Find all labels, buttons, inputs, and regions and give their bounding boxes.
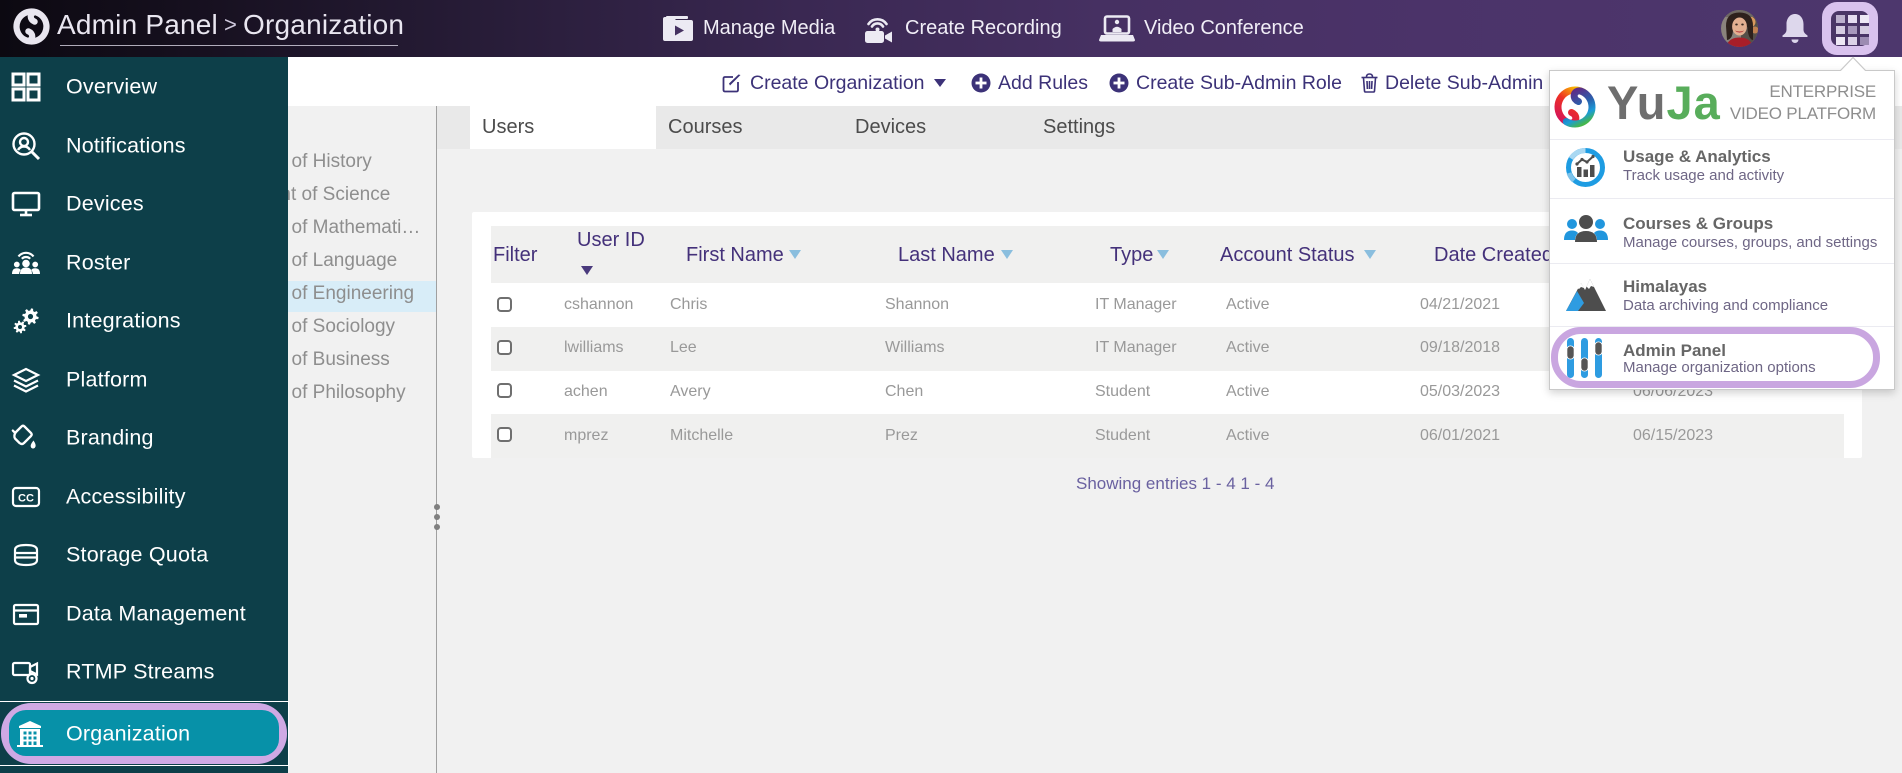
svg-text:CC: CC	[18, 493, 34, 505]
